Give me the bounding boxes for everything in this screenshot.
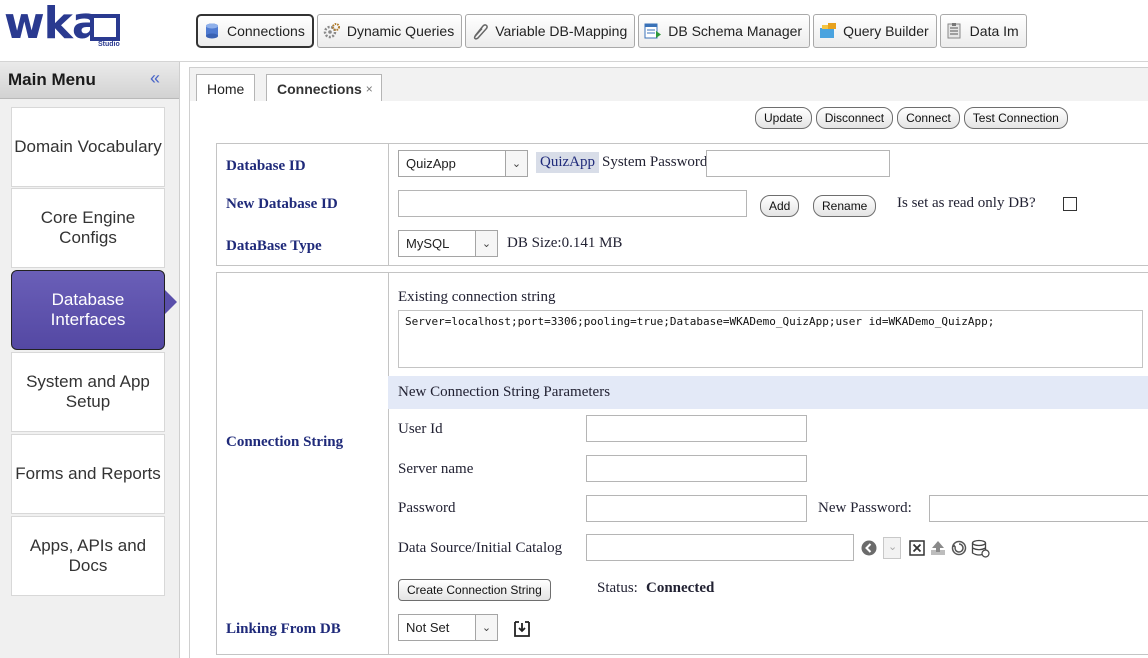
upload-icon[interactable] — [930, 540, 946, 556]
collapse-menu-icon[interactable]: « — [150, 68, 160, 89]
action-buttons: Update Disconnect Connect Test Connectio… — [755, 107, 1068, 129]
close-tab-icon[interactable]: × — [366, 82, 373, 96]
update-button[interactable]: Update — [755, 107, 812, 129]
toolbar-variable-db-mapping-button[interactable]: Variable DB-Mapping — [465, 14, 636, 48]
query-builder-icon — [820, 23, 837, 38]
panel-divider — [388, 273, 389, 654]
active-menu-pointer — [165, 290, 177, 314]
chevron-down-icon: ⌄ — [475, 231, 497, 256]
password-input[interactable] — [586, 495, 807, 522]
new-password-label: New Password: — [818, 500, 912, 516]
app-logo: wka Studio — [4, 0, 154, 54]
menu-item-apps-apis-and-docs[interactable]: Apps, APIs and Docs — [11, 516, 165, 596]
tab-home[interactable]: Home — [196, 74, 256, 103]
rename-button[interactable]: Rename — [813, 195, 877, 217]
new-database-id-input[interactable] — [398, 190, 747, 217]
toolbar-item-label: DB Schema Manager — [668, 23, 803, 39]
disconnect-button[interactable]: Disconnect — [815, 107, 894, 129]
data-source-input[interactable] — [586, 534, 854, 561]
db-size-text: DB Size:0.141 MB — [507, 235, 623, 251]
toolbar-dynamic-queries-button[interactable]: Dynamic Queries — [316, 14, 463, 48]
menu-item-system-and-app-setup[interactable]: System and App Setup — [11, 352, 165, 432]
create-connection-string-button[interactable]: Create Connection String — [398, 579, 551, 601]
test-connection-button[interactable]: Test Connection — [963, 107, 1068, 129]
existing-connection-string-field[interactable]: Server=localhost;port=3306;pooling=true;… — [398, 310, 1143, 368]
add-button[interactable]: Add — [760, 195, 800, 217]
database-id-value: QuizApp — [406, 156, 456, 171]
tab-connections[interactable]: Connections × — [266, 74, 382, 103]
main-menu-title: Main Menu — [8, 70, 96, 89]
data-import-icon — [947, 23, 961, 39]
connect-button[interactable]: Connect — [897, 107, 960, 129]
read-only-checkbox[interactable] — [1063, 197, 1077, 211]
main-menu: Main Menu « Domain Vocabulary Core Engin… — [0, 62, 180, 658]
download-icon[interactable] — [513, 620, 531, 638]
tab-connections-label: Connections — [277, 81, 362, 97]
menu-item-database-interfaces[interactable]: Database Interfaces — [11, 270, 165, 350]
data-source-label: Data Source/Initial Catalog — [398, 540, 563, 556]
database-type-select[interactable]: MySQL ⌄ — [398, 230, 498, 257]
toolbar-data-import-button[interactable]: Data Im — [939, 14, 1027, 48]
server-name-label: Server name — [398, 461, 474, 477]
server-name-input[interactable] — [586, 455, 807, 482]
user-id-input[interactable] — [586, 415, 807, 442]
status-value: Connected — [646, 580, 715, 596]
toolbar-item-label: Data Im — [969, 23, 1019, 39]
menu-item-forms-and-reports[interactable]: Forms and Reports — [11, 434, 165, 514]
database-id-select[interactable]: QuizApp ⌄ — [398, 150, 528, 177]
toolbar-db-schema-manager-button[interactable]: DB Schema Manager — [638, 14, 811, 48]
toolbar-item-label: Variable DB-Mapping — [495, 23, 628, 39]
gears-icon — [323, 23, 340, 39]
clear-icon[interactable] — [909, 540, 925, 556]
linking-from-db-select[interactable]: Not Set ⌄ — [398, 614, 498, 641]
schema-icon — [644, 23, 662, 39]
toolbar-item-label: Connections — [227, 23, 305, 39]
connection-string-panel: Connection String Linking From DB Existi… — [216, 272, 1148, 655]
chevron-down-icon: ⌄ — [888, 541, 898, 553]
refresh-icon[interactable] — [951, 540, 967, 556]
new-database-id-label: New Database ID — [226, 196, 338, 212]
tab-home-label: Home — [207, 81, 245, 97]
existing-connection-string-label: Existing connection string — [398, 289, 556, 305]
database-icon — [206, 23, 218, 39]
top-bar: wka Studio Connections Dynamic Queries V… — [0, 0, 1148, 62]
back-icon[interactable] — [861, 540, 877, 556]
linking-from-db-label: Linking From DB — [226, 621, 341, 637]
chevron-down-icon: ⌄ — [505, 151, 527, 176]
database-settings-icon[interactable] — [971, 539, 990, 558]
toolbar-item-label: Query Builder — [843, 23, 929, 39]
database-id-chip: QuizApp — [536, 152, 599, 173]
system-password-label: System Password — [602, 154, 708, 170]
database-type-value: MySQL — [406, 236, 450, 251]
logo-text: wka — [4, 0, 102, 49]
status-label: Status: — [597, 580, 638, 596]
module-toolbar: Connections Dynamic Queries Variable DB-… — [196, 14, 1027, 48]
database-panel: Database ID QuizApp ⌄ QuizApp System Pas… — [216, 143, 1148, 266]
logo-sub: Studio — [98, 41, 120, 48]
toolbar-item-label: Dynamic Queries — [346, 23, 455, 39]
new-connection-params-label: New Connection String Parameters — [398, 384, 611, 400]
paperclip-icon — [474, 24, 489, 40]
toolbar-connections-button[interactable]: Connections — [196, 14, 314, 48]
menu-item-domain-vocabulary[interactable]: Domain Vocabulary — [11, 107, 165, 187]
new-password-input[interactable] — [929, 495, 1148, 522]
system-password-input[interactable] — [706, 150, 890, 177]
panel-divider — [388, 144, 389, 265]
user-id-label: User Id — [398, 421, 443, 437]
connections-page: Update Disconnect Connect Test Connectio… — [189, 101, 1148, 658]
read-only-label: Is set as read only DB? — [897, 195, 1036, 211]
tab-bar: Home Connections × — [189, 67, 1148, 103]
linking-from-db-value: Not Set — [406, 620, 450, 635]
database-type-label: DataBase Type — [226, 238, 322, 254]
chevron-down-icon: ⌄ — [475, 615, 497, 640]
connection-string-label: Connection String — [226, 434, 344, 450]
menu-item-core-engine-configs[interactable]: Core Engine Configs — [11, 188, 165, 268]
toolbar-query-builder-button[interactable]: Query Builder — [813, 14, 937, 48]
logo-box — [90, 14, 120, 41]
catalog-dropdown[interactable]: ⌄ — [883, 537, 901, 559]
password-label: Password — [398, 500, 456, 516]
main-menu-header: Main Menu « — [0, 62, 179, 99]
database-id-label: Database ID — [226, 158, 306, 174]
